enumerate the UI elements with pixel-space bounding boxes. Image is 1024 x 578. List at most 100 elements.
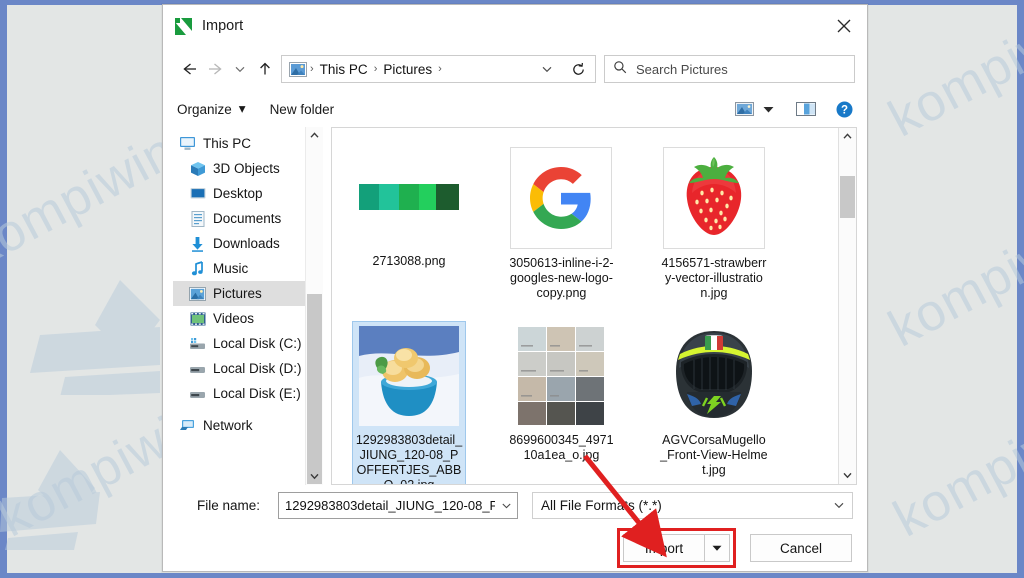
new-folder-button[interactable]: New folder (270, 102, 335, 117)
organize-button[interactable]: Organize ▾ (177, 101, 246, 117)
watermark-text: kompiwin (879, 201, 1024, 359)
file-item[interactable]: 8699600345_497110a1ea_o.jpg (504, 321, 618, 467)
sidebar-item-documents[interactable]: Documents (173, 206, 306, 231)
file-item[interactable]: 2713088.png (352, 142, 466, 273)
sidebar-item-local-disk-e[interactable]: Local Disk (E:) (173, 381, 306, 406)
preview-pane-icon[interactable] (796, 101, 816, 117)
help-icon[interactable]: ? (836, 101, 853, 118)
address-bar[interactable]: › This PC › Pictures › (281, 55, 562, 83)
file-item[interactable]: AGVCorsaMugello_Front-View-Helmet.jpg (657, 321, 771, 482)
organize-label: Organize (177, 101, 232, 117)
scroll-down-arrow-icon[interactable] (839, 467, 856, 484)
page-border-right (1017, 0, 1024, 578)
grey-palette-thumb (511, 326, 611, 426)
watermark-text: kompiwin (884, 391, 1024, 549)
sidebar-item-label: Local Disk (C:) (213, 336, 302, 351)
breadcrumb-separator: › (438, 63, 442, 75)
sidebar-item-desktop[interactable]: Desktop (173, 181, 306, 206)
downloads-icon (189, 235, 206, 252)
file-type-select[interactable]: All File Formats (*.*) (532, 491, 853, 519)
close-icon[interactable] (821, 6, 867, 46)
file-item[interactable]: 3050613-inline-i-2-googles-new-logo-copy… (504, 142, 618, 305)
sidebar-item-network[interactable]: Network (173, 413, 306, 438)
sidebar-item-music[interactable]: Music (173, 256, 306, 281)
music-icon (189, 260, 206, 277)
this-pc-icon (179, 135, 196, 152)
documents-icon (189, 210, 206, 227)
address-chevron-down-icon[interactable] (535, 63, 559, 75)
navigation-tree: This PC 3D Objects Desktop Documents Dow… (173, 127, 323, 485)
new-folder-label: New folder (269, 101, 335, 117)
dialog-body: This PC 3D Objects Desktop Documents Dow… (163, 127, 867, 485)
sidebar-item-label: Documents (213, 211, 282, 226)
file-name-field-label: File name: (196, 497, 260, 513)
sidebar-item-label: Local Disk (E:) (213, 386, 301, 401)
view-layout-icon[interactable] (735, 101, 754, 117)
file-grid: 2713088.png 3050613-inline-i-2-googles-n… (332, 128, 838, 484)
breadcrumb-item-this-pc[interactable]: This PC (315, 62, 373, 77)
scroll-down-arrow-icon[interactable] (306, 468, 323, 485)
scroll-up-arrow-icon[interactable] (839, 128, 856, 145)
local-disk-e-icon (189, 385, 206, 402)
sidebar-item-this-pc[interactable]: This PC (173, 131, 306, 156)
file-item[interactable]: 4156571-strawberry-vector-illustration.j… (657, 142, 771, 305)
sidebar-item-label: Pictures (213, 286, 262, 301)
desktop-icon (189, 185, 206, 202)
scroll-up-arrow-icon[interactable] (306, 127, 323, 144)
recent-locations-chevron-down-icon[interactable] (227, 56, 252, 82)
refresh-icon[interactable] (561, 55, 596, 83)
sidebar-item-label: Downloads (213, 236, 280, 251)
sidebar-item-local-disk-c[interactable]: Local Disk (C:) (173, 331, 306, 356)
import-dialog: Import › This PC › Pictures › Search Pic… (162, 4, 868, 572)
import-split-button[interactable] (704, 534, 730, 562)
file-list-scrollbar[interactable] (838, 128, 856, 484)
sidebar-item-pictures[interactable]: Pictures (173, 281, 306, 306)
sidebar-item-videos[interactable]: Videos (173, 306, 306, 331)
poffertjes-bowl-thumb (359, 326, 459, 426)
sidebar-item-label: This PC (203, 136, 252, 151)
file-name-label: 2713088.png (372, 254, 446, 268)
file-item-selected[interactable]: 1292983803detail_JIUNG_120-08_POFFERTJES… (352, 321, 466, 485)
navigation-bar: › This PC › Pictures › Search Pictures (163, 47, 867, 91)
file-name-input[interactable]: 1292983803detail_JIUNG_120-08_P (278, 491, 518, 519)
local-disk-d-icon (189, 360, 206, 377)
sidebar-scrollbar-thumb[interactable] (307, 294, 322, 484)
sidebar-item-label: Videos (213, 311, 255, 326)
file-name-label: 3050613-inline-i-2-googles-new-logo-copy… (509, 256, 614, 300)
file-name-input-value: 1292983803detail_JIUNG_120-08_P (285, 497, 495, 513)
sidebar-item-3d-objects[interactable]: 3D Objects (173, 156, 306, 181)
network-icon (179, 417, 196, 434)
dialog-footer: File name: 1292983803detail_JIUNG_120-08… (163, 485, 867, 571)
page-border-bottom (0, 573, 1024, 578)
search-icon (613, 60, 627, 79)
file-name-row: File name: 1292983803detail_JIUNG_120-08… (177, 485, 853, 525)
file-name-label: 1292983803detail_JIUNG_120-08_POFFERTJES… (355, 433, 463, 485)
file-list-scrollbar-thumb[interactable] (840, 176, 855, 218)
breadcrumb-item-pictures[interactable]: Pictures (378, 62, 437, 77)
file-name-label: 8699600345_497110a1ea_o.jpg (509, 433, 614, 462)
sidebar-item-label: Music (213, 261, 249, 276)
arrow-left-icon[interactable] (177, 56, 202, 82)
3d-objects-icon (189, 160, 206, 177)
sidebar-item-label: Local Disk (D:) (213, 361, 302, 376)
dialog-button-row: Import Cancel (177, 525, 853, 571)
chevron-down-icon[interactable] (826, 499, 852, 511)
watermark-text: kompiwin (879, 0, 1024, 149)
chevron-down-icon[interactable] (495, 500, 517, 511)
google-logo-thumb (510, 147, 613, 249)
videos-icon (189, 310, 206, 327)
file-type-value: All File Formats (*.*) (541, 497, 662, 513)
view-layout-chevron-down-icon[interactable] (763, 105, 774, 114)
sidebar-scrollbar[interactable] (305, 127, 323, 485)
search-input[interactable]: Search Pictures (604, 55, 855, 83)
import-button-highlight: Import (617, 528, 736, 568)
sidebar-item-local-disk-d[interactable]: Local Disk (D:) (173, 356, 306, 381)
import-button[interactable]: Import (623, 534, 704, 562)
file-list-pane: 2713088.png 3050613-inline-i-2-googles-n… (331, 127, 857, 485)
green-palette-thumb (359, 147, 459, 247)
sidebar-item-downloads[interactable]: Downloads (173, 231, 306, 256)
cancel-button[interactable]: Cancel (750, 534, 852, 562)
agv-helmet-thumb (664, 326, 764, 426)
arrow-up-icon[interactable] (252, 56, 277, 82)
file-name-label: 4156571-strawberry-vector-illustration.j… (661, 256, 767, 300)
